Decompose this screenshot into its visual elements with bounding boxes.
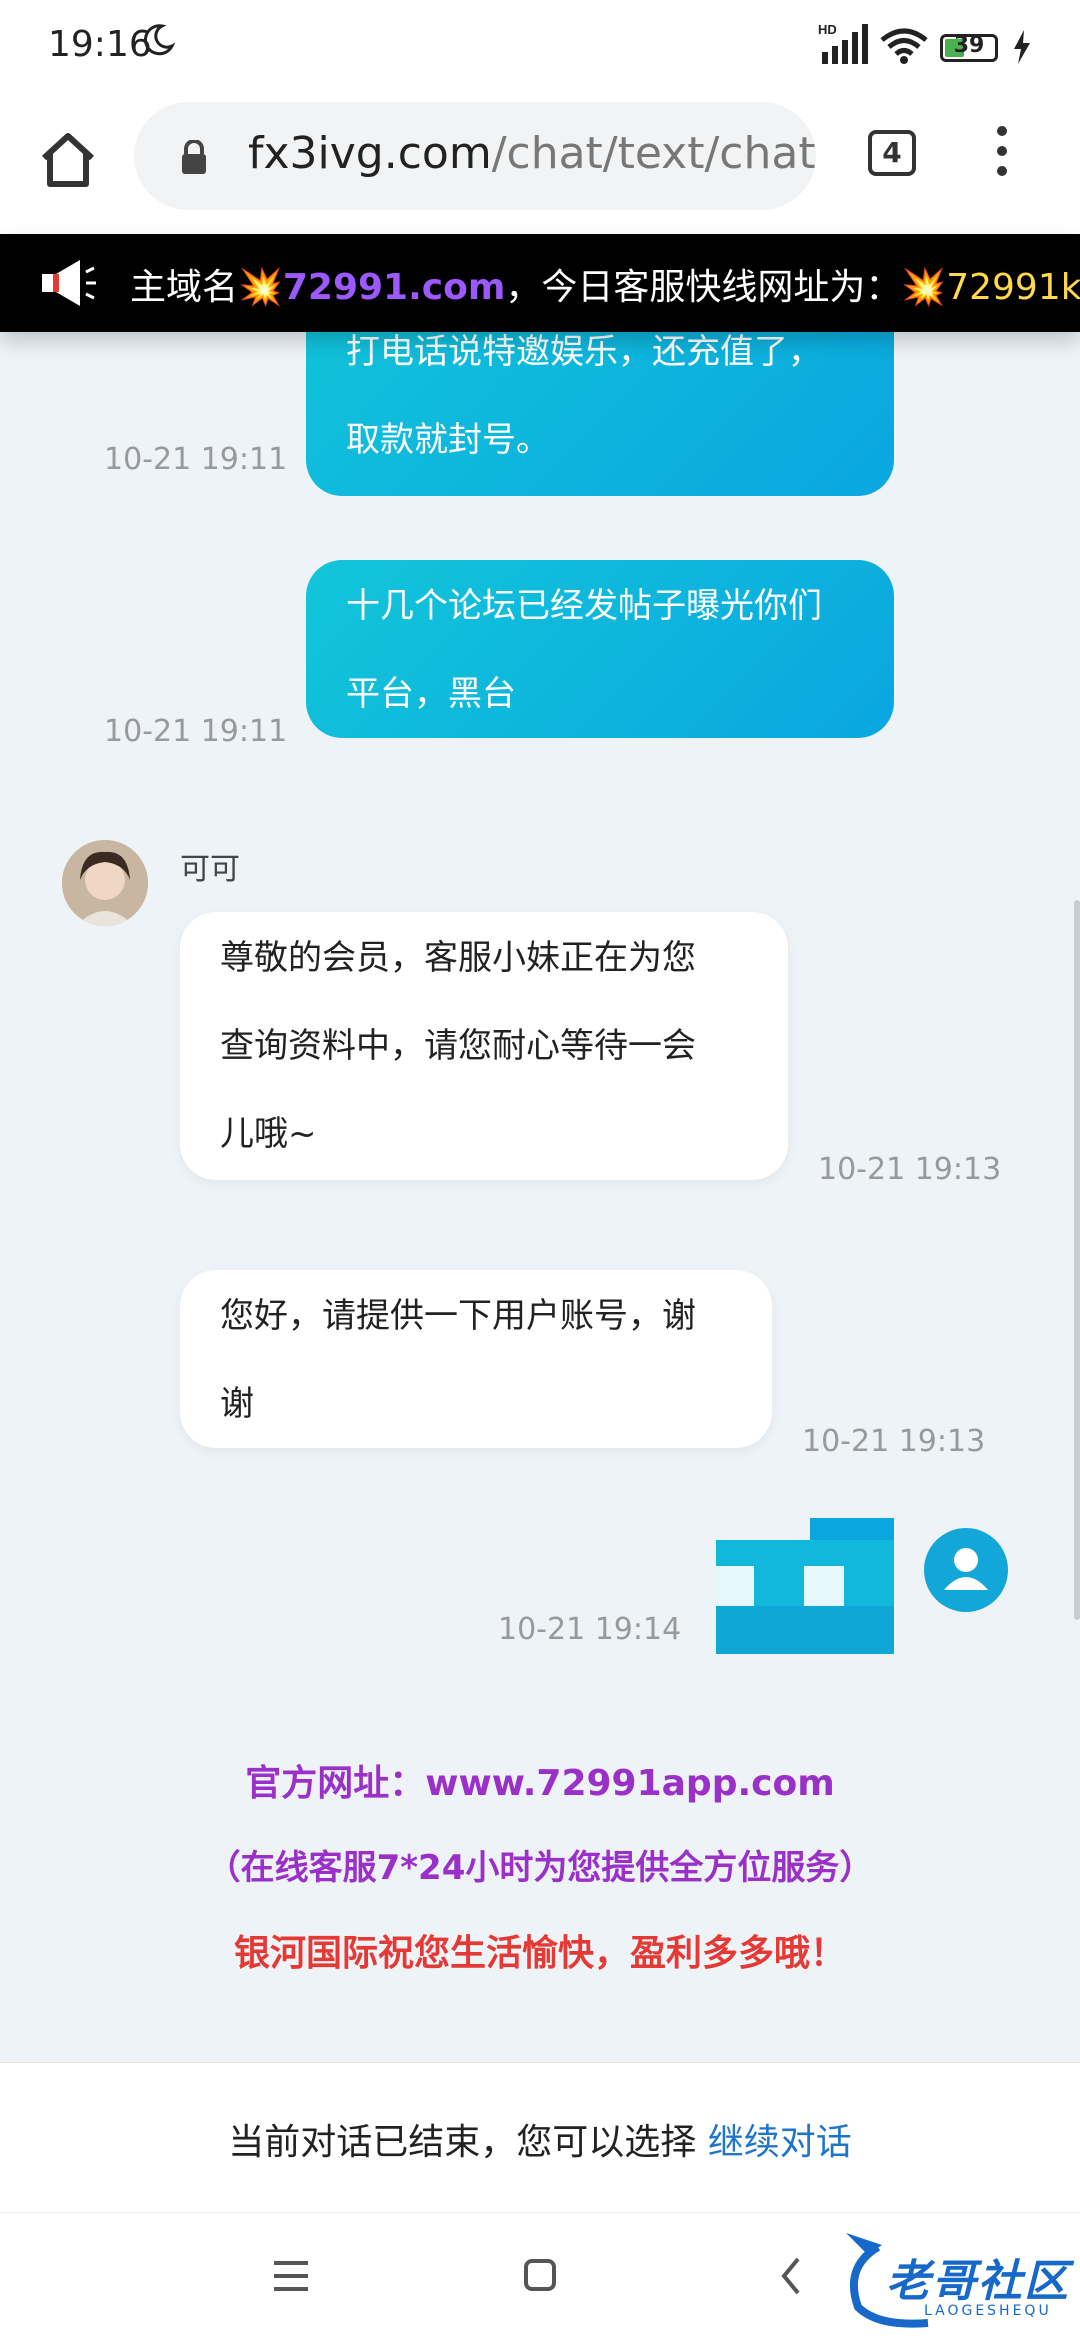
lock-icon [182, 140, 206, 174]
nav-back-icon[interactable] [780, 2257, 802, 2295]
message-line: 取款就封号。 [346, 420, 550, 460]
nav-home-icon[interactable] [524, 2259, 556, 2291]
promo-service: （在线客服7*24小时为您提供全方位服务） [206, 1848, 874, 1888]
wifi-icon [880, 28, 928, 64]
message-time: 10-21 19:13 [802, 1424, 986, 1459]
announcement-marquee: 主域名💥72991.com，今日客服快线网址为：💥72991k [0, 234, 1080, 332]
message-time: 10-21 19:14 [498, 1612, 682, 1647]
message-bubble: 尊敬的会员，客服小妹正在为您 查询资料中，请您耐心等待一会 儿哦~ [180, 912, 788, 1180]
message-time: 10-21 19:13 [818, 1152, 1002, 1187]
chat-area[interactable]: 打电话说特邀娱乐，还充值了， 取款就封号。 10-21 19:11 十几个论坛已… [0, 332, 1080, 2062]
battery-level: 39 [953, 33, 985, 58]
watermark-sub: LAOGESHEQU [924, 2303, 1052, 2319]
ended-text: 当前对话已结束，您可以选择 [228, 2122, 697, 2163]
status-bar: 19:16 HD 39 [0, 0, 1080, 96]
marquee-middle: ，今日客服快线网址为： [505, 267, 902, 308]
signal-badge: HD [818, 22, 837, 37]
message-line: 尊敬的会员，客服小妹正在为您 [220, 938, 696, 978]
marquee-prefix: 主域名 [130, 267, 239, 308]
watermark-text: 老哥社区 [886, 2256, 1070, 2307]
browser-toolbar: fx3ivg.com/chat/text/chat 4 [0, 96, 1080, 234]
system-nav-bar: 老哥社区 LAOGESHEQU [0, 2212, 1080, 2341]
message-time: 10-21 19:11 [104, 714, 288, 749]
chat-ended-footer: 当前对话已结束，您可以选择 继续对话 [0, 2062, 1080, 2213]
promo-website: 官方网址：www.72991app.com [245, 1763, 835, 1804]
url-bar[interactable]: fx3ivg.com/chat/text/chat [134, 102, 816, 210]
home-icon[interactable] [36, 128, 100, 192]
continue-chat-link[interactable]: 继续对话 [708, 2122, 852, 2163]
url-host: fx3ivg.com [248, 128, 492, 179]
message-line: 打电话说特邀娱乐，还充值了， [346, 332, 822, 372]
nav-menu-icon[interactable] [274, 2261, 308, 2291]
megaphone-icon [42, 260, 96, 306]
watermark-logo: 老哥社区 LAOGESHEQU [838, 2227, 1074, 2337]
message-bubble: 十几个论坛已经发帖子曝光你们 平台，黑台 [306, 560, 894, 738]
user-avatar-icon [924, 1528, 1008, 1612]
tabs-icon[interactable]: 4 [868, 130, 916, 176]
message-bubble: 您好，请提供一下用户账号，谢 谢 [180, 1270, 772, 1448]
marquee-link[interactable]: 72991k [946, 267, 1080, 308]
agent-name: 可可 [180, 852, 240, 887]
status-time: 19:16 [48, 24, 152, 65]
moon-icon [143, 24, 176, 56]
message-line: 儿哦~ [220, 1114, 317, 1154]
message-line: 平台，黑台 [346, 674, 516, 714]
url-path: /chat/text/chat [491, 128, 816, 179]
signal-icon: HD [818, 22, 868, 64]
more-vert-icon[interactable] [990, 126, 1014, 186]
message-line: 十几个论坛已经发帖子曝光你们 [346, 586, 822, 626]
battery-icon: 39 [940, 33, 998, 62]
message-line: 您好，请提供一下用户账号，谢 [220, 1296, 696, 1336]
marquee-text: 主域名💥72991.com，今日客服快线网址为：💥72991k [130, 258, 1080, 310]
image-message[interactable] [716, 1518, 894, 1654]
scrollbar[interactable] [1074, 900, 1080, 1620]
message-bubble: 打电话说特邀娱乐，还充值了， 取款就封号。 [306, 332, 894, 496]
burst-emoji: 💥 [901, 267, 947, 308]
url-text: fx3ivg.com/chat/text/chat [248, 128, 816, 179]
message-line: 查询资料中，请您耐心等待一会 [220, 1026, 696, 1066]
charging-icon [1014, 30, 1030, 64]
agent-avatar [62, 840, 148, 926]
message-line: 谢 [220, 1384, 254, 1424]
footer-text: 当前对话已结束，您可以选择 继续对话 [0, 2113, 1080, 2165]
burst-emoji: 💥 [238, 267, 283, 308]
promo-wish: 银河国际祝您生活愉快，盈利多多哦！ [233, 1933, 846, 1974]
message-time: 10-21 19:11 [104, 442, 288, 477]
marquee-domain[interactable]: 72991.com [283, 267, 506, 308]
